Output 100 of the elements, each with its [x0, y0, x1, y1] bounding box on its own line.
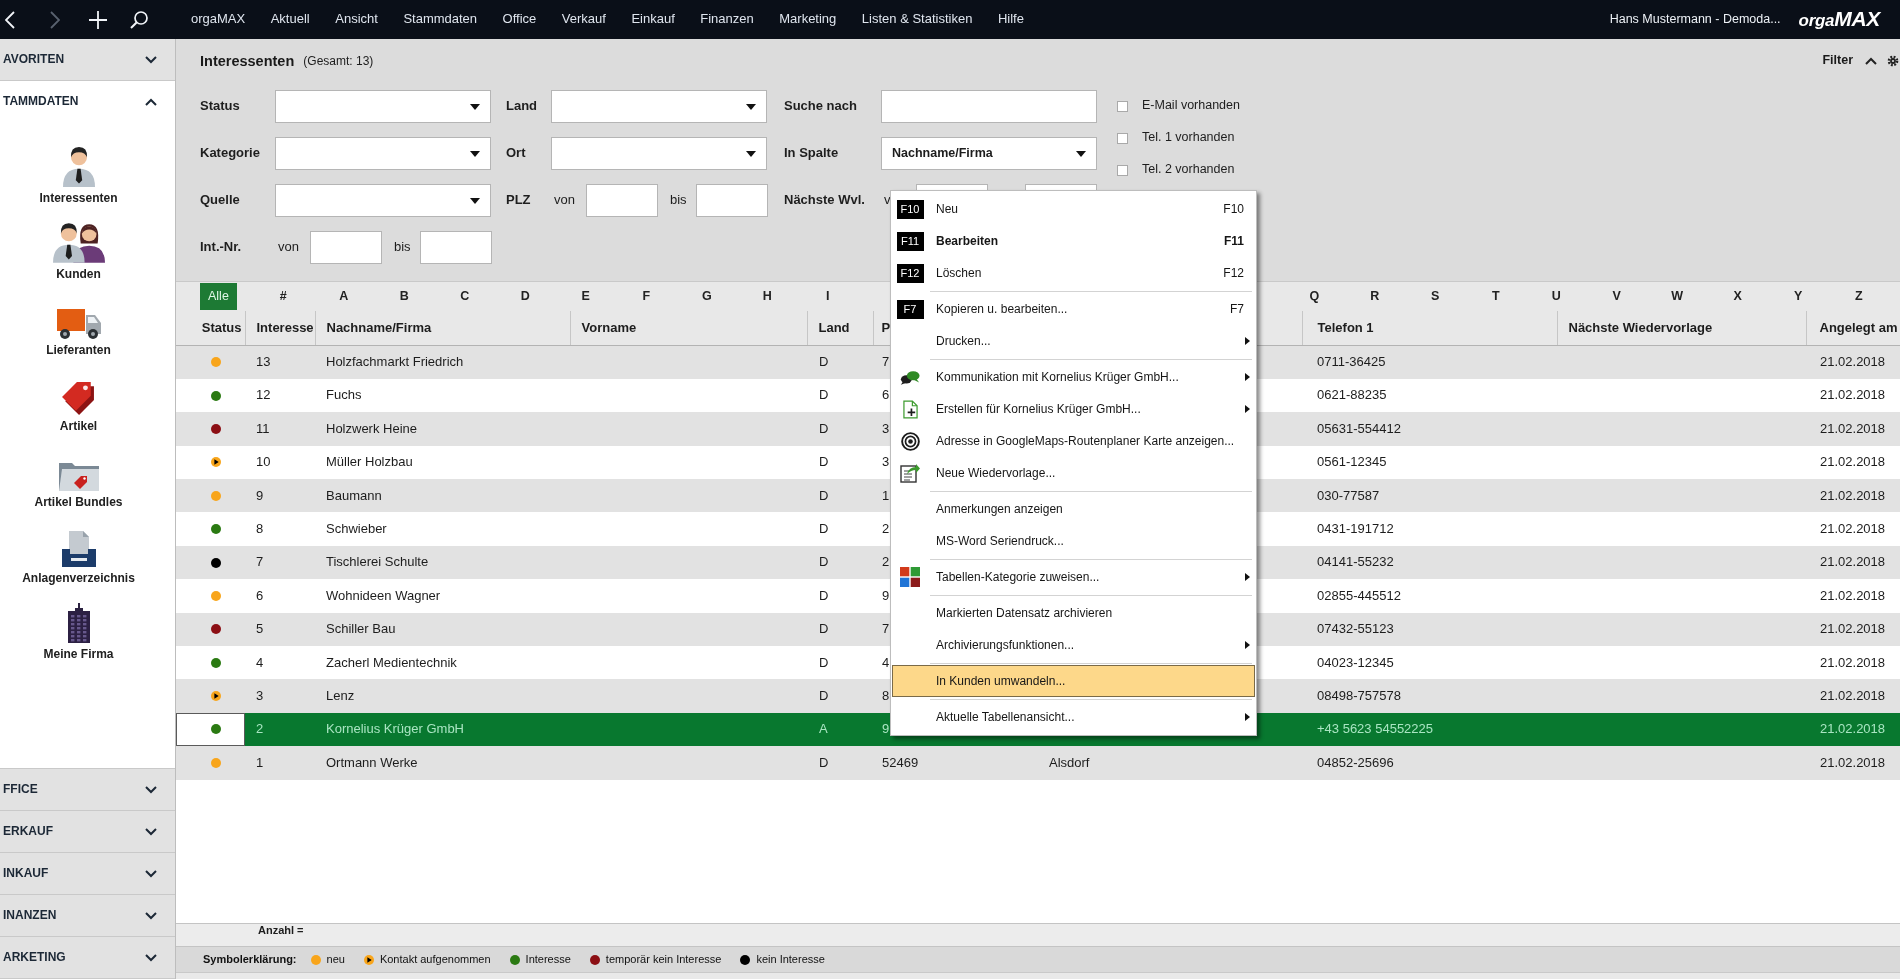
letter-filter-tab[interactable]: X	[1731, 283, 1744, 310]
submenu-arrow-icon	[1245, 405, 1250, 413]
text-field[interactable]	[420, 231, 492, 264]
letter-filter-tab[interactable]: H	[760, 283, 774, 310]
letter-filter-tab[interactable]: F	[640, 283, 653, 310]
letter-filter-tab[interactable]: R	[1368, 283, 1382, 310]
menu-item[interactable]: Marketing	[779, 11, 837, 28]
dropdown-field[interactable]	[551, 90, 767, 123]
menu-item[interactable]: Office	[502, 11, 537, 28]
sidebar-item[interactable]: Kunden	[52, 223, 105, 282]
sidebar-section-header[interactable]: INANZEN	[0, 895, 175, 937]
range-to-label: bis	[394, 239, 410, 256]
sidebar-item[interactable]: Artikel Bundles	[34, 451, 123, 510]
column-header[interactable]: Vorname	[570, 311, 807, 345]
letter-filter-tab[interactable]: Z	[1852, 283, 1865, 310]
menu-item[interactable]: Stammdaten	[403, 11, 478, 28]
text-field[interactable]	[310, 231, 382, 264]
sidebar-item[interactable]: Lieferanten	[46, 299, 111, 358]
column-header[interactable]: Telefon 1	[1302, 311, 1557, 345]
sidebar-item[interactable]: Interessenten	[39, 147, 118, 206]
menu-item[interactable]: F7 Kopieren u. bearbeiten... F7	[892, 293, 1255, 325]
checkbox[interactable]	[1117, 132, 1128, 144]
user-name[interactable]: Hans Mustermann - Demoda...	[1609, 11, 1781, 28]
column-header[interactable]: Land	[807, 311, 873, 345]
table-row[interactable]: Alsdorf 04852-25696 21.02.2018	[1040, 746, 1900, 780]
company-name: Fuchs	[326, 387, 362, 403]
menu-item[interactable]: Verkauf	[561, 11, 606, 28]
letter-filter-tab[interactable]: Q	[1307, 283, 1322, 310]
menu-item[interactable]: Einkauf	[631, 11, 675, 28]
menu-item[interactable]: Listen & Statistiken	[861, 11, 973, 28]
checkbox[interactable]	[1117, 100, 1128, 112]
checkbox-label[interactable]: Tel. 1 vorhanden	[1142, 130, 1235, 146]
letter-filter-tab[interactable]: D	[518, 283, 532, 310]
dropdown-field[interactable]	[275, 184, 491, 217]
letter-filter-tab[interactable]: B	[397, 283, 411, 310]
back-icon[interactable]	[5, 10, 15, 29]
caret-down-icon	[746, 150, 756, 157]
phone-number: 07432-55123	[1317, 621, 1394, 637]
checkbox-label[interactable]: Tel. 2 vorhanden	[1142, 162, 1235, 178]
letter-filter-tab[interactable]: S	[1429, 283, 1442, 310]
text-field[interactable]	[881, 90, 1097, 123]
checkbox[interactable]	[1117, 164, 1128, 176]
company-name: Müller Holzbau	[326, 454, 413, 470]
created-date: 21.02.2018	[1820, 621, 1886, 637]
letter-filter-tab[interactable]: T	[1489, 283, 1502, 310]
filter-label: Kategorie	[200, 145, 261, 162]
letter-filter-tab[interactable]: #	[277, 283, 289, 310]
sidebar-section-header[interactable]: AVORITEN	[0, 39, 175, 81]
plus-icon[interactable]	[89, 10, 107, 29]
caret-down-icon	[746, 103, 756, 110]
letter-filter-tab[interactable]: Y	[1792, 283, 1805, 310]
letter-filter-tab[interactable]: E	[579, 283, 592, 310]
sidebar-item[interactable]: Meine Firma	[43, 603, 114, 662]
interest-number: 4	[256, 654, 264, 670]
menu-item[interactable]: Ansicht	[335, 11, 378, 28]
company-name: Holzfachmarkt Friedrich	[326, 354, 464, 370]
text-field[interactable]	[586, 184, 658, 217]
sidebar-item[interactable]: Artikel	[59, 375, 98, 434]
dropdown-field[interactable]	[275, 137, 491, 170]
letter-filter-tab[interactable]: U	[1549, 283, 1563, 310]
sidebar-section-header[interactable]: INKAUF	[0, 853, 175, 895]
company-name: Lenz	[326, 687, 355, 703]
interest-number: 7	[256, 554, 264, 570]
dropdown-field[interactable]	[275, 90, 491, 123]
letter-filter-tab[interactable]: C	[458, 283, 472, 310]
dropdown-field[interactable]	[551, 137, 767, 170]
column-header[interactable]: Nächste Wiedervorlage	[1557, 311, 1806, 345]
text-field[interactable]	[696, 184, 768, 217]
checkbox-label[interactable]: E-Mail vorhanden	[1142, 98, 1240, 114]
column-header[interactable]: Nachname/Firma	[315, 311, 570, 345]
menu-item[interactable]: In Kunden umwandeln...	[892, 665, 1255, 697]
caret-down-icon	[470, 103, 480, 110]
submenu-arrow-icon	[1245, 573, 1250, 581]
country-code: D	[819, 487, 829, 503]
settings-icon[interactable]	[1887, 55, 1899, 67]
column-header[interactable]: Status	[176, 311, 245, 345]
menu-item[interactable]: orgaMAX	[191, 11, 246, 28]
dropdown-field[interactable]: Nachname/Firma	[881, 137, 1097, 170]
menu-item[interactable]: F12 Löschen F12	[892, 257, 1255, 289]
sidebar-item[interactable]: Anlagenverzeichnis	[22, 527, 135, 586]
menu-item[interactable]: Hilfe	[997, 11, 1024, 28]
filter-toggle[interactable]: Filter	[1822, 53, 1877, 69]
menu-item[interactable]: Aktuell	[270, 11, 310, 28]
menu-item[interactable]: Finanzen	[700, 11, 754, 28]
letter-filter-tab[interactable]: Alle	[200, 283, 237, 310]
letter-filter-tab[interactable]: I	[824, 283, 832, 310]
search-icon[interactable]	[130, 10, 148, 29]
sidebar-section-header[interactable]: ARKETING	[0, 937, 175, 979]
menu-item[interactable]: F11 Bearbeiten F11	[892, 225, 1255, 257]
menu-item[interactable]: F10 Neu F10	[892, 193, 1255, 225]
legend-title: Symbolerklärung:	[203, 952, 297, 967]
column-header[interactable]: Interesse	[245, 311, 315, 345]
sidebar-section-header[interactable]: FFICE	[0, 769, 175, 811]
sidebar-section-header[interactable]: ERKAUF	[0, 811, 175, 853]
letter-filter-tab[interactable]: G	[699, 283, 714, 310]
letter-filter-tab[interactable]: V	[1610, 283, 1623, 310]
column-header[interactable]: Angelegt am	[1806, 311, 1900, 345]
table-row[interactable]: 1 Ortmann Werke D 52469	[176, 746, 1040, 780]
letter-filter-tab[interactable]: A	[337, 283, 351, 310]
letter-filter-tab[interactable]: W	[1669, 283, 1686, 310]
